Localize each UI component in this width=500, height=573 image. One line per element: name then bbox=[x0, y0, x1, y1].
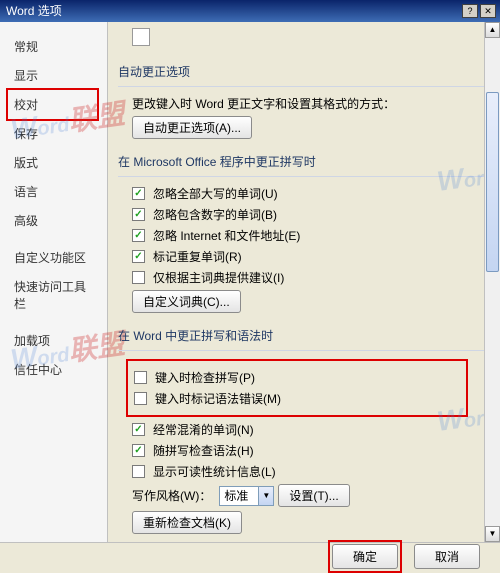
checkbox[interactable]: ✓ bbox=[132, 250, 145, 263]
checkbox[interactable]: ✓ bbox=[132, 444, 145, 457]
sidebar-item-language[interactable]: 语言 bbox=[0, 177, 107, 206]
checkbox[interactable]: ✓ bbox=[132, 208, 145, 221]
section-exceptions: 例外项(X)： 网站金字塔结构.docx ▼ bbox=[118, 538, 488, 542]
checkbox[interactable] bbox=[134, 371, 147, 384]
sidebar-item-qat[interactable]: 快速访问工具栏 bbox=[0, 272, 107, 318]
sidebar-item-save[interactable]: 保存 bbox=[0, 119, 107, 148]
scroll-thumb[interactable] bbox=[486, 92, 499, 272]
checkbox[interactable]: ✓ bbox=[132, 423, 145, 436]
opt-confused-words: 经常混淆的单词(N) bbox=[153, 421, 254, 438]
autocorrect-options-button[interactable]: 自动更正选项(A)... bbox=[132, 116, 252, 139]
opt-ignore-numbers: 忽略包含数字的单词(B) bbox=[153, 206, 277, 223]
opt-check-grammar-with-spelling: 随拼写检查语法(H) bbox=[153, 442, 254, 459]
writing-style-value: 标准 bbox=[220, 487, 258, 504]
dialog-footer: 确定 取消 bbox=[0, 542, 500, 570]
custom-dict-button[interactable]: 自定义词典(C)... bbox=[132, 290, 241, 313]
writing-style-label: 写作风格(W)： bbox=[132, 487, 211, 504]
main-area: 常规 显示 校对 保存 版式 语言 高级 自定义功能区 快速访问工具栏 加载项 … bbox=[0, 22, 500, 542]
opt-mark-grammar: 键入时标记语法错误(M) bbox=[155, 390, 281, 407]
checkbox[interactable] bbox=[134, 392, 147, 405]
checkbox[interactable] bbox=[132, 465, 145, 478]
sidebar-item-customize-ribbon[interactable]: 自定义功能区 bbox=[0, 243, 107, 272]
opt-flag-repeated: 标记重复单词(R) bbox=[153, 248, 242, 265]
title-bar: Word 选项 ? ✕ bbox=[0, 0, 500, 22]
autocorrect-desc: 更改键入时 Word 更正文字和设置其格式的方式： bbox=[132, 95, 395, 112]
sidebar-item-display[interactable]: 显示 bbox=[0, 61, 107, 90]
vertical-scrollbar[interactable]: ▲ ▼ bbox=[484, 22, 500, 542]
section-autocorrect-title: 自动更正选项 bbox=[118, 53, 488, 87]
opt-ignore-uppercase: 忽略全部大写的单词(U) bbox=[153, 185, 278, 202]
window-controls: ? ✕ bbox=[462, 4, 496, 18]
ok-button[interactable]: 确定 bbox=[332, 544, 398, 569]
abc-icon bbox=[132, 28, 150, 46]
opt-readability-stats: 显示可读性统计信息(L) bbox=[153, 463, 276, 480]
recheck-doc-button[interactable]: 重新检查文档(K) bbox=[132, 511, 242, 534]
help-icon[interactable]: ? bbox=[462, 4, 478, 18]
sidebar-item-trust[interactable]: 信任中心 bbox=[0, 355, 107, 384]
section-office-title: 在 Microsoft Office 程序中更正拼写时 bbox=[118, 143, 488, 177]
opt-main-dict-only: 仅根据主词典提供建议(I) bbox=[153, 269, 284, 286]
sidebar-item-addins[interactable]: 加载项 bbox=[0, 326, 107, 355]
scroll-up-icon[interactable]: ▲ bbox=[485, 22, 500, 38]
sidebar-item-proofing[interactable]: 校对 bbox=[0, 90, 107, 119]
sidebar-item-general[interactable]: 常规 bbox=[0, 32, 107, 61]
checkbox[interactable]: ✓ bbox=[132, 187, 145, 200]
close-icon[interactable]: ✕ bbox=[480, 4, 496, 18]
content-panel: 自动更正选项 更改键入时 Word 更正文字和设置其格式的方式： 自动更正选项(… bbox=[108, 22, 500, 542]
checkbox[interactable]: ✓ bbox=[132, 229, 145, 242]
checkbox[interactable] bbox=[132, 271, 145, 284]
settings-button[interactable]: 设置(T)... bbox=[278, 484, 349, 507]
sidebar-item-advanced[interactable]: 高级 bbox=[0, 206, 107, 235]
window-title: Word 选项 bbox=[6, 0, 62, 22]
cancel-button[interactable]: 取消 bbox=[414, 544, 480, 569]
scroll-down-icon[interactable]: ▼ bbox=[485, 526, 500, 542]
highlight-box: 键入时检查拼写(P) 键入时标记语法错误(M) bbox=[126, 359, 468, 417]
writing-style-select[interactable]: 标准 ▼ bbox=[219, 486, 274, 506]
highlight-box: 确定 bbox=[328, 540, 402, 573]
sidebar-item-layout[interactable]: 版式 bbox=[0, 148, 107, 177]
section-word-title: 在 Word 中更正拼写和语法时 bbox=[118, 317, 488, 351]
opt-ignore-internet: 忽略 Internet 和文件地址(E) bbox=[153, 227, 300, 244]
sidebar: 常规 显示 校对 保存 版式 语言 高级 自定义功能区 快速访问工具栏 加载项 … bbox=[0, 22, 108, 542]
chevron-down-icon: ▼ bbox=[258, 487, 273, 505]
opt-check-spelling: 键入时检查拼写(P) bbox=[155, 369, 255, 386]
